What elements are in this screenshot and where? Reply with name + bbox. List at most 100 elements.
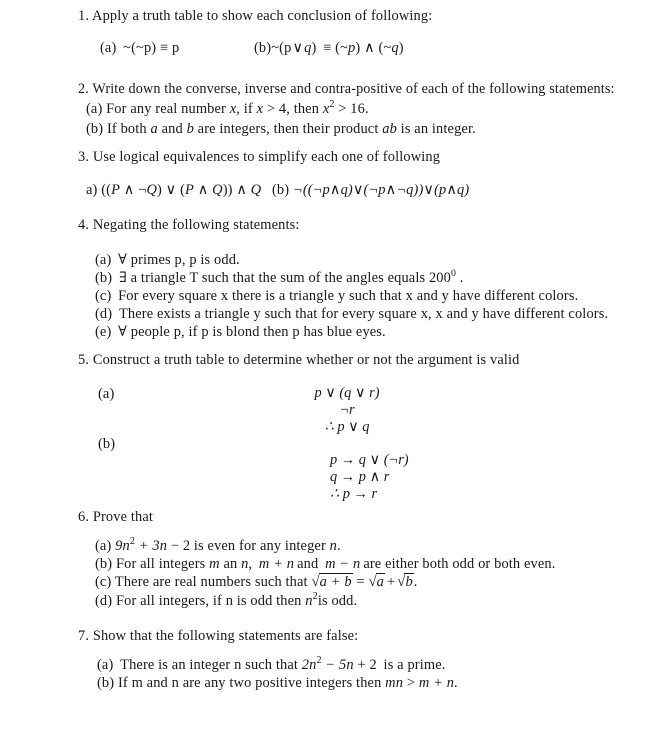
question-3-expression-b: ¬((¬p∧q)∨(¬p∧¬q))∨(p∧q) — [292, 182, 470, 198]
question-3-item-a: a) ((P ∧ ¬Q) ∨ (P ∧ Q)) ∧ Q — [86, 183, 261, 197]
question-5-argument-a: p ∨ (q ∨ r) ¬r ∴ p ∨ q — [293, 385, 401, 436]
question-2-item-b: (b) If both a and b are integers, then t… — [86, 122, 476, 136]
q1b-neg-q: (~q) — [378, 40, 404, 56]
item-label-c: (c) — [95, 574, 112, 590]
q7a-end: is a prime. — [383, 657, 446, 673]
item-label-d: (d) — [95, 593, 113, 609]
question-6-item-d: (d) For all integers, if n is odd then n… — [95, 592, 358, 609]
q6c-period: . — [413, 574, 418, 590]
q1b-and-operator: ∧ — [364, 40, 375, 56]
worksheet-page: 1. Apply a truth table to show each conc… — [0, 0, 668, 740]
q6b-end: are either both odd or both even. — [363, 556, 556, 572]
question-7-item-b: (b) If m and n are any two positive inte… — [97, 676, 458, 690]
q2b-mid: are integers, then their product — [197, 121, 379, 137]
question-6-item-b: (b) For all integers m an n, m + n and m … — [95, 557, 556, 571]
q6a-coeff-9: 9 — [115, 538, 123, 554]
q6c-sqrt-a: √a — [368, 573, 385, 590]
degree-symbol-icon: 0 — [451, 268, 457, 280]
q2b-var-a: a — [150, 121, 158, 137]
item-label-b: (b) — [272, 182, 290, 198]
q5b-conclusion: ∴ p → r — [330, 486, 378, 502]
q2b-product-ab: ab — [382, 121, 397, 137]
question-1-expression-a: ~(~p) ≡ p — [123, 40, 180, 56]
q6b-pre: For all integers — [115, 556, 206, 572]
q5a-premise-2: ¬r — [339, 402, 355, 418]
question-4-item-a: (a) ∀ primes p, p is odd. — [95, 253, 240, 267]
q1b-or-operator: ∨ — [292, 40, 304, 56]
question-4-item-d: (d) There exists a triangle y such that … — [95, 307, 608, 321]
q6a-period: . — [336, 538, 341, 554]
q6c-plus: + — [386, 574, 396, 590]
q1b-frag-pre: ~(p — [271, 40, 292, 56]
q2a-pre: For any real number — [106, 101, 226, 117]
question-6-item-a: (a) 9n2 + 3n − 2 is even for any integer… — [95, 536, 341, 554]
q2a-then: then — [293, 101, 320, 117]
question-4-prompt: 4. Negating the following statements: — [78, 217, 300, 233]
question-7-prompt: 7. Show that the following statements ar… — [78, 628, 359, 644]
question-2-item-a: (a) For any real number x, if x > 4, the… — [86, 99, 369, 117]
q6b-and: and — [297, 556, 319, 572]
item-label-b: (b) — [97, 675, 115, 691]
q2b-end: is an integer. — [400, 121, 476, 137]
q6b-var-m: m — [209, 556, 220, 572]
q6a-minus-2: − 2 — [170, 538, 191, 554]
item-label-a: (a) — [95, 538, 112, 554]
question-1-item-b: (b)~(p∨q) ≡ (~p) ∧ (~q) — [254, 41, 404, 55]
q2a-period: . — [364, 101, 369, 117]
q6d-end: is odd. — [317, 593, 358, 609]
item-label-a: a) — [86, 182, 98, 198]
q7a-exponent: 2 — [316, 655, 322, 667]
q7a-var-n2: n — [346, 657, 354, 673]
q5a-premise-1: p ∨ (q ∨ r) — [314, 385, 380, 401]
question-3-item-b: (b) ¬((¬p∧q)∨(¬p∧¬q))∨(p∧q) — [272, 183, 469, 197]
q6a-exponent: 2 — [129, 536, 136, 548]
q6a-var-n: n — [122, 538, 130, 554]
question-4-text-e: ∀ people p, if p is blond then p has blu… — [118, 324, 386, 340]
q6c-sqrt-b: √b — [397, 573, 414, 590]
q6a-text: is even for any integer — [193, 538, 326, 554]
question-6-item-c: (c) There are real numbers such that √a … — [95, 573, 418, 590]
q5b-premise-2: q → p ∧ r — [330, 469, 390, 485]
item-label-a: (a) — [97, 657, 114, 673]
q6c-sqrt-a-plus-b: √a + b — [311, 573, 353, 590]
q6c-equals: = — [356, 574, 365, 590]
question-4-text-b: ∃ a triangle T such that the sum of the … — [118, 270, 426, 286]
item-label-b: (b) — [86, 121, 104, 137]
q2a-gt-16: > 16 — [338, 101, 365, 117]
question-3-expression-a: ((P ∧ ¬Q) ∨ (P ∧ Q)) ∧ Q — [101, 182, 262, 198]
question-5-item-label-b: (b) — [98, 436, 116, 452]
q4b-angle-value: 200 — [428, 270, 451, 286]
question-6-prompt: 6. Prove that — [78, 509, 154, 525]
q6b-an: an — [223, 556, 238, 572]
item-label-a: (a) — [86, 101, 103, 117]
question-5-item-label-a: (a) — [98, 386, 115, 402]
q7a-plus-2: + 2 — [357, 657, 377, 673]
q2b-pre: If both — [106, 121, 147, 137]
q2a-mid1: , if — [236, 101, 253, 117]
q6b-comma: , — [248, 556, 253, 572]
q2b-var-b: b — [186, 121, 194, 137]
q6d-pre: For all integers, if n is odd then — [115, 593, 302, 609]
q2b-and: and — [161, 121, 183, 137]
q6b-expr-m-minus-n: m − n — [325, 556, 361, 572]
q6c-radicand-3: b — [404, 573, 414, 590]
question-3-prompt: 3. Use logical equivalences to simplify … — [78, 149, 441, 165]
question-2-prompt: 2. Write down the converse, inverse and … — [78, 81, 615, 97]
q1b-equiv: ≡ — [323, 40, 332, 56]
q2a-gt-4: > 4, — [266, 101, 290, 117]
q7b-period: . — [454, 675, 458, 691]
item-label-a: (a) — [100, 40, 117, 56]
question-4-text-c: For every square x there is a triangle y… — [118, 288, 579, 304]
q6a-var-n2: n — [159, 538, 168, 554]
question-4-item-c: (c) For every square x there is a triang… — [95, 289, 578, 303]
question-1-item-a: (a) ~(~p) ≡ p — [100, 41, 179, 55]
q2a-exponent: 2 — [329, 99, 335, 111]
q7b-expr-mn: mn — [385, 675, 404, 691]
q6b-expr-m-plus-n: m + n — [258, 556, 295, 572]
q4b-period: . — [459, 270, 464, 286]
item-label-b: (b) — [95, 270, 113, 286]
q7b-expr-m-plus-n: m + n — [418, 675, 455, 691]
item-label-b: (b) — [95, 556, 113, 572]
q5a-conclusion: ∴ p ∨ q — [324, 419, 370, 435]
q6a-plus-3n: + 3 — [138, 538, 160, 554]
